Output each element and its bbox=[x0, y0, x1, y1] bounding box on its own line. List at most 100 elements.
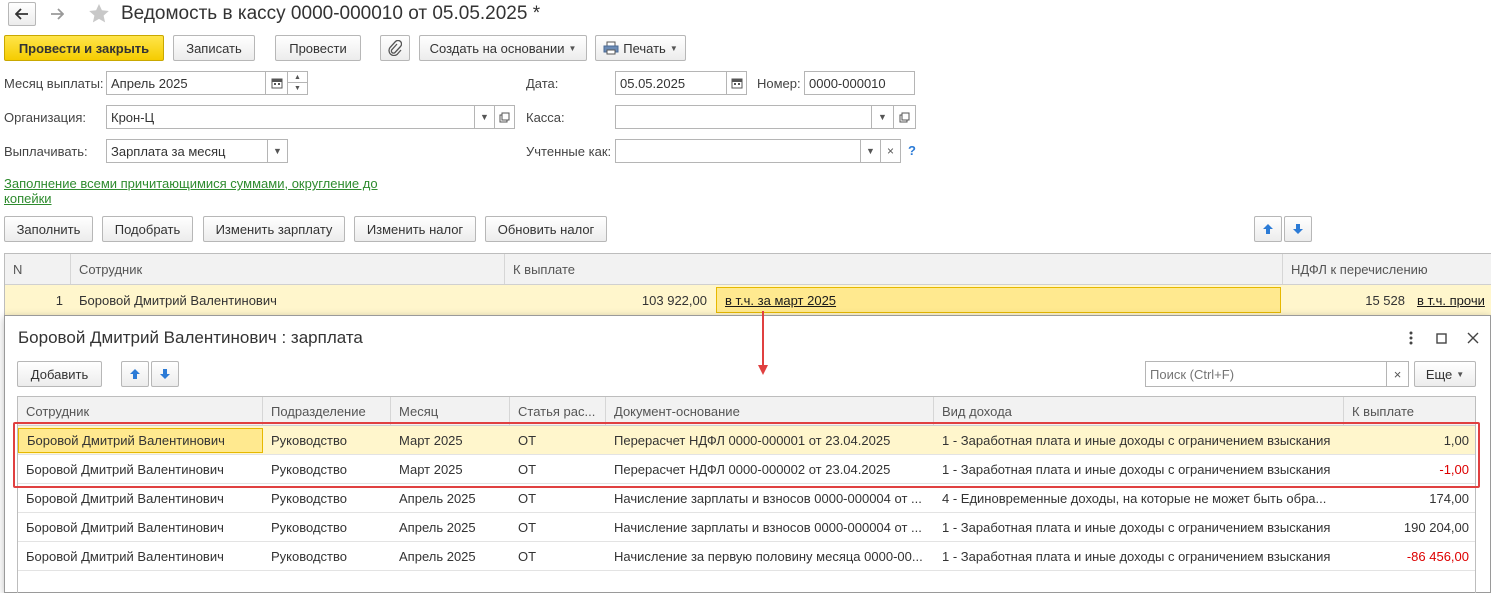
attach-button[interactable] bbox=[380, 35, 410, 61]
number-input[interactable]: 0000-000010 bbox=[804, 71, 915, 95]
page-title: Ведомость в кассу 0000-000010 от 05.05.2… bbox=[121, 3, 541, 24]
chevron-down-icon: ▼ bbox=[568, 43, 577, 53]
cash-dropdown-button[interactable]: ▼ bbox=[871, 105, 894, 129]
table-row[interactable]: Боровой Дмитрий Валентинович Руководство А… bbox=[18, 542, 1475, 571]
print-label: Печать bbox=[623, 40, 666, 56]
table-row[interactable]: Боровой Дмитрий Валентинович Руководство А… bbox=[18, 484, 1475, 513]
cell-department: Руководство bbox=[271, 519, 347, 535]
annotation-arrow-icon bbox=[758, 311, 768, 375]
save-button[interactable]: Записать bbox=[173, 35, 255, 61]
month-input[interactable]: Апрель 2025 bbox=[106, 71, 266, 95]
maximize-icon[interactable] bbox=[1433, 330, 1449, 346]
column-employee[interactable]: Сотрудник bbox=[71, 254, 505, 284]
cell-department: Руководство bbox=[271, 490, 347, 506]
cell-document: Начисление за первую половину месяца 000… bbox=[614, 548, 923, 564]
popup-move-up-button[interactable] bbox=[121, 361, 149, 387]
search-input[interactable] bbox=[1145, 361, 1387, 387]
fill-settings-link[interactable]: Заполнение всеми причитающимися суммами,… bbox=[4, 176, 394, 206]
date-input[interactable]: 05.05.2025 bbox=[615, 71, 727, 95]
cell-income-type: 4 - Единовременные доходы, на которые не… bbox=[942, 490, 1327, 506]
month-calendar-button[interactable] bbox=[265, 71, 288, 95]
update-tax-button[interactable]: Обновить налог bbox=[485, 216, 607, 242]
move-down-button[interactable] bbox=[1284, 216, 1312, 242]
close-icon[interactable] bbox=[1465, 330, 1481, 346]
column-amount[interactable]: К выплате bbox=[505, 254, 1283, 284]
table-row[interactable]: Боровой Дмитрий Валентинович Руководство А… bbox=[18, 513, 1475, 542]
row-amount-detail-link[interactable]: в т.ч. за март 2025 bbox=[716, 287, 1281, 313]
organization-input[interactable]: Крон-Ц bbox=[106, 105, 475, 129]
cell-article: ОТ bbox=[518, 548, 537, 564]
add-button[interactable]: Добавить bbox=[17, 361, 102, 387]
column-document[interactable]: Документ-основание bbox=[606, 397, 934, 425]
column-employee[interactable]: Сотрудник bbox=[18, 397, 263, 425]
column-month[interactable]: Месяц bbox=[391, 397, 510, 425]
cell-month: Март 2025 bbox=[399, 432, 463, 448]
cash-input[interactable] bbox=[615, 105, 872, 129]
cell-amount: -86 456,00 bbox=[1406, 548, 1469, 564]
back-button[interactable] bbox=[8, 2, 36, 26]
accounted-clear-button[interactable]: × bbox=[880, 139, 901, 163]
pay-input[interactable]: Зарплата за месяц bbox=[106, 139, 268, 163]
chevron-down-icon: ▼ bbox=[480, 112, 489, 122]
cell-article: ОТ bbox=[518, 432, 537, 448]
table-row[interactable]: Боровой Дмитрий Валентинович Руководство М… bbox=[18, 455, 1475, 484]
row-tax-link[interactable]: в т.ч. прочи bbox=[1413, 285, 1491, 315]
close-icon: × bbox=[1393, 366, 1402, 382]
cash-open-button[interactable] bbox=[893, 105, 916, 129]
popup-table-header: Сотрудник Подразделение Месяц Статья рас… bbox=[18, 397, 1475, 426]
change-salary-button[interactable]: Изменить зарплату bbox=[203, 216, 345, 242]
cell-month: Апрель 2025 bbox=[399, 548, 476, 564]
arrow-up-icon bbox=[130, 369, 140, 379]
move-up-button[interactable] bbox=[1254, 216, 1282, 242]
post-button[interactable]: Провести bbox=[275, 35, 361, 61]
column-department[interactable]: Подразделение bbox=[263, 397, 391, 425]
organization-label: Организация: bbox=[4, 110, 87, 125]
create-based-button[interactable]: Создать на основании ▼ bbox=[419, 35, 587, 61]
cell-income-type: 1 - Заработная плата и иные доходы с огр… bbox=[942, 461, 1331, 477]
popup-title: Боровой Дмитрий Валентинович : зарплата bbox=[18, 328, 363, 347]
arrow-right-icon bbox=[51, 8, 64, 20]
organization-dropdown-button[interactable]: ▼ bbox=[474, 105, 495, 129]
column-amount[interactable]: К выплате bbox=[1344, 397, 1477, 425]
search-clear-button[interactable]: × bbox=[1386, 361, 1409, 387]
accounted-input[interactable] bbox=[615, 139, 861, 163]
pay-dropdown-button[interactable]: ▼ bbox=[267, 139, 288, 163]
chevron-down-icon: ▼ bbox=[273, 146, 282, 156]
table-row[interactable]: 1 Боровой Дмитрий Валентинович 103 922,0… bbox=[5, 285, 1491, 315]
column-tax[interactable]: НДФЛ к перечислению bbox=[1283, 254, 1491, 284]
arrow-down-icon bbox=[1293, 224, 1303, 234]
forward-button[interactable] bbox=[43, 2, 71, 26]
help-link[interactable]: ? bbox=[908, 143, 916, 158]
paperclip-icon bbox=[388, 40, 402, 56]
date-calendar-button[interactable] bbox=[726, 71, 747, 95]
change-tax-button[interactable]: Изменить налог bbox=[354, 216, 476, 242]
column-income-type[interactable]: Вид дохода bbox=[934, 397, 1344, 425]
accounted-dropdown-button[interactable]: ▼ bbox=[860, 139, 881, 163]
arrow-down-icon bbox=[160, 369, 170, 379]
more-vertical-icon[interactable] bbox=[1405, 328, 1417, 348]
post-and-close-button[interactable]: Провести и закрыть bbox=[4, 35, 164, 61]
favorite-star-icon[interactable] bbox=[88, 3, 110, 24]
month-down-button[interactable]: ▼ bbox=[287, 82, 308, 95]
cell-income-type: 1 - Заработная плата и иные доходы с огр… bbox=[942, 548, 1331, 564]
create-based-label: Создать на основании bbox=[429, 40, 565, 56]
fill-button[interactable]: Заполнить bbox=[4, 216, 93, 242]
cell-amount: -1,00 bbox=[1439, 461, 1469, 477]
popup-move-down-button[interactable] bbox=[151, 361, 179, 387]
organization-open-button[interactable] bbox=[494, 105, 515, 129]
row-number: 1 bbox=[55, 292, 63, 308]
column-n[interactable]: N bbox=[5, 254, 71, 284]
more-button[interactable]: Еще ▼ bbox=[1414, 361, 1476, 387]
cell-document: Перерасчет НДФЛ 0000-000001 от 23.04.202… bbox=[614, 432, 891, 448]
table-row[interactable]: Боровой Дмитрий Валентинович Руководство М… bbox=[18, 426, 1475, 455]
chevron-down-icon: ▼ bbox=[294, 85, 301, 92]
amount-link-text[interactable]: в т.ч. за март 2025 bbox=[725, 293, 836, 308]
chevron-up-icon: ▲ bbox=[294, 73, 301, 81]
main-table-header: N Сотрудник К выплате НДФЛ к перечислени… bbox=[5, 254, 1491, 285]
print-button[interactable]: Печать ▼ bbox=[595, 35, 686, 61]
cell-article: ОТ bbox=[518, 490, 537, 506]
column-article[interactable]: Статья рас... bbox=[510, 397, 606, 425]
tax-link-text[interactable]: в т.ч. прочи bbox=[1417, 293, 1485, 308]
pick-button[interactable]: Подобрать bbox=[102, 216, 193, 242]
cell-department: Руководство bbox=[271, 461, 347, 477]
